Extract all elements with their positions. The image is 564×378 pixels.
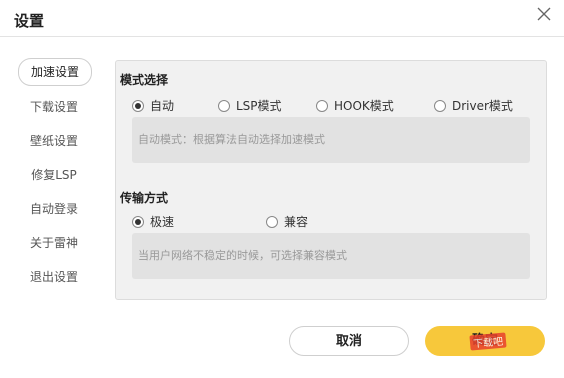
watermark-logo: 下载吧 [469, 332, 507, 351]
sidebar-item-speed[interactable]: 加速设置 [18, 58, 92, 86]
mode-radio-label: Driver模式 [452, 99, 513, 113]
radio-dot-icon [132, 215, 144, 228]
sidebar-item-download[interactable]: 下载设置 [18, 94, 90, 120]
close-icon[interactable] [534, 4, 554, 24]
transfer-section-title: 传输方式 [120, 191, 169, 205]
radio-dot-icon [218, 99, 230, 112]
transfer-radio-group: 极速 兼容 [132, 213, 308, 230]
radio-dot-icon [316, 99, 328, 112]
radio-dot-icon [266, 215, 278, 228]
transfer-radio-fast[interactable]: 极速 [132, 213, 266, 230]
window-title: 设置 [14, 12, 45, 30]
sidebar-item-about[interactable]: 关于雷神 [18, 230, 90, 256]
mode-radio-auto[interactable]: 自动 [132, 97, 218, 114]
sidebar-item-exit[interactable]: 退出设置 [18, 264, 90, 290]
mode-radio-hook[interactable]: HOOK模式 [316, 97, 434, 114]
mode-section-title: 模式选择 [120, 73, 169, 87]
cancel-button[interactable]: 取消 [289, 326, 409, 356]
sidebar-item-wallpaper[interactable]: 壁纸设置 [18, 128, 90, 154]
title-divider [0, 36, 564, 37]
sidebar: 加速设置 下载设置 壁纸设置 修复LSP 自动登录 关于雷神 退出设置 [18, 58, 98, 298]
radio-dot-icon [434, 99, 446, 112]
mode-radio-label: 自动 [150, 99, 175, 113]
mode-radio-label: LSP模式 [236, 99, 282, 113]
mode-radio-group: 自动 LSP模式 HOOK模式 Driver模式 [132, 97, 513, 114]
settings-panel: 模式选择 自动 LSP模式 HOOK模式 Driver模式 自动模式：根据算法自… [115, 60, 547, 300]
mode-radio-driver[interactable]: Driver模式 [434, 97, 513, 114]
radio-dot-icon [132, 99, 144, 112]
sidebar-item-repair-lsp[interactable]: 修复LSP [18, 162, 90, 188]
transfer-radio-label: 兼容 [284, 215, 309, 229]
transfer-radio-label: 极速 [150, 215, 175, 229]
mode-description: 自动模式：根据算法自动选择加速模式 [132, 117, 530, 163]
mode-radio-lsp[interactable]: LSP模式 [218, 97, 316, 114]
sidebar-item-auto-login[interactable]: 自动登录 [18, 196, 90, 222]
mode-radio-label: HOOK模式 [334, 99, 394, 113]
transfer-radio-compatible[interactable]: 兼容 [266, 213, 308, 230]
transfer-description: 当用户网络不稳定的时候，可选择兼容模式 [132, 233, 530, 279]
